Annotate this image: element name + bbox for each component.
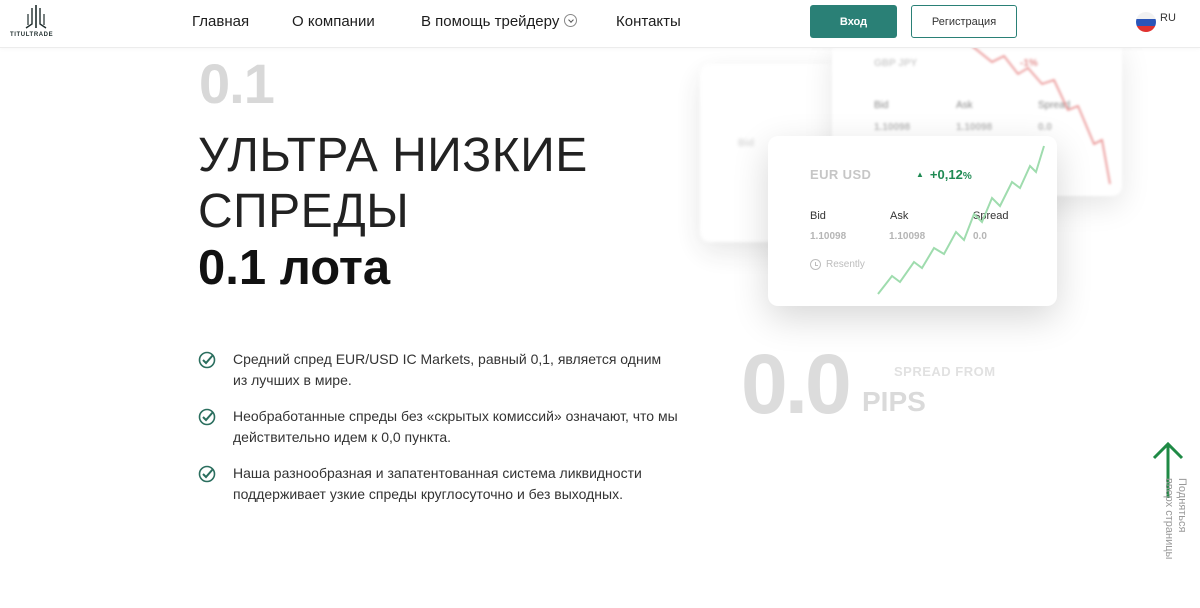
headline-line-2: СПРЕДЫ (198, 185, 410, 238)
nav-trader-help-label: В помощь трейдеру (421, 13, 560, 30)
scroll-up-label-line2: вверх страницы (1163, 478, 1175, 560)
feature-text: Наша разнообразная и запатентованная сис… (233, 465, 642, 502)
feature-item: Наша разнообразная и запатентованная сис… (198, 463, 678, 505)
headline-line-1: УЛЬТРА НИЗКИЕ (198, 129, 588, 182)
spread-from-label: SPREAD FROM (894, 364, 996, 379)
up-trend-line (877, 145, 1045, 295)
language-label: RU (1160, 12, 1176, 24)
hero-headline: УЛЬТРА НИЗКИЕ СПРЕДЫ (198, 128, 588, 240)
nav-home[interactable]: Главная (192, 13, 249, 30)
chevron-down-icon (564, 14, 578, 27)
scroll-up-label[interactable]: Подняться вверх страницы (1162, 478, 1188, 559)
feature-text: Средний спред EUR/USD IC Markets, равный… (233, 351, 662, 388)
hero-big-number: 0.1 (199, 52, 275, 115)
quote-card: EUR USD ▲ +0,12% Bid Ask Spread 1.10098 1… (768, 136, 1057, 306)
scroll-up-label-line1: Подняться (1176, 478, 1188, 533)
logo-mark-icon (25, 5, 47, 29)
check-circle-icon (198, 351, 216, 369)
feature-item: Средний спред EUR/USD IC Markets, равный… (198, 349, 678, 391)
login-button[interactable]: Вход (810, 5, 897, 38)
check-circle-icon (198, 408, 216, 426)
spread-zero-value: 0.0 (741, 337, 852, 431)
nav-trader-help[interactable]: В помощь трейдеру (421, 13, 578, 30)
back-left-bid-label: Bid (738, 138, 755, 149)
russia-flag-icon (1136, 12, 1156, 32)
check-circle-icon (198, 465, 216, 483)
hero-headline-bold: 0.1 лота (198, 241, 391, 295)
logo[interactable]: TITULTRADE (10, 4, 62, 40)
feature-text: Необработанные спреды без «скрытых комис… (233, 408, 678, 445)
feature-list: Средний спред EUR/USD IC Markets, равный… (198, 349, 678, 520)
feature-item: Необработанные спреды без «скрытых комис… (198, 406, 678, 448)
site-header: TITULTRADE Главная О компании В помощь т… (0, 0, 1200, 48)
language-selector[interactable]: RU (1136, 12, 1176, 32)
pips-label: PIPS (862, 386, 926, 417)
logo-text: TITULTRADE (10, 32, 54, 38)
register-button[interactable]: Регистрация (911, 5, 1017, 38)
nav-about[interactable]: О компании (292, 13, 375, 30)
nav-contacts[interactable]: Контакты (616, 13, 681, 30)
